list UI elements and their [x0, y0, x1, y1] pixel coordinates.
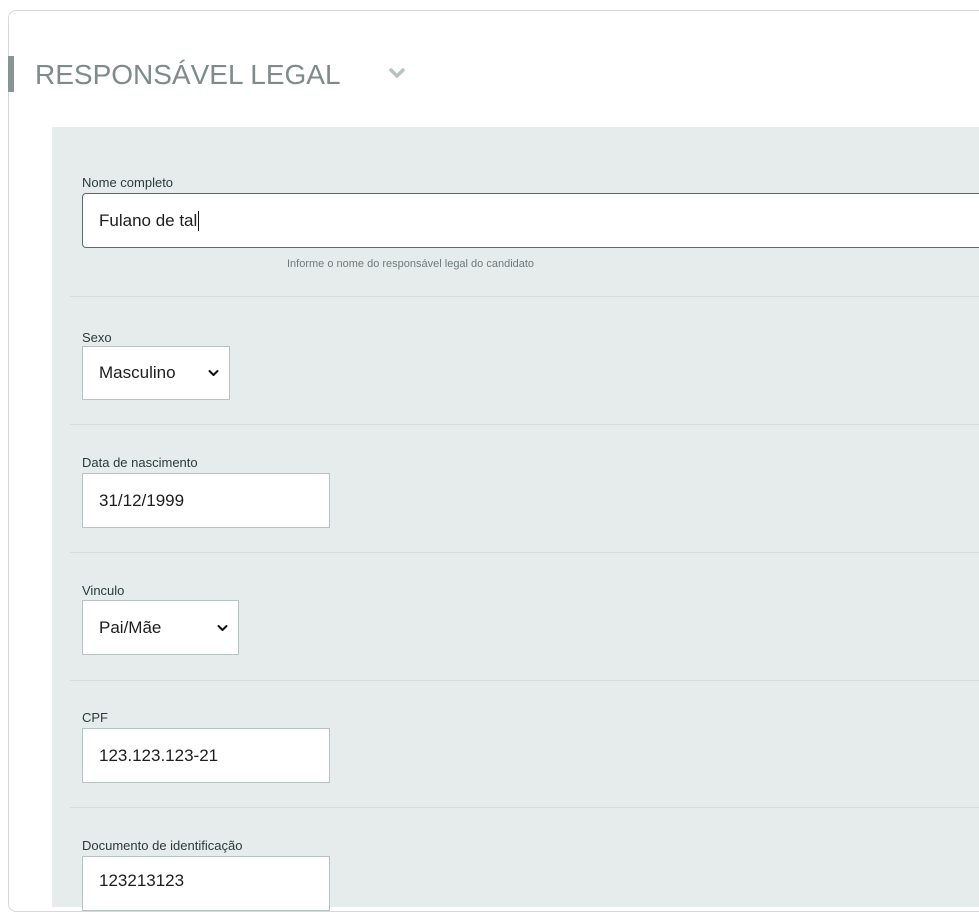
data-nascimento-label: Data de nascimento — [82, 455, 198, 470]
vinculo-label: Vinculo — [82, 583, 125, 598]
section-title: RESPONSÁVEL LEGAL — [35, 59, 341, 90]
sexo-label: Sexo — [82, 330, 112, 345]
cpf-label: CPF — [82, 710, 108, 725]
nome-completo-value: Fulano de tal — [99, 210, 198, 230]
nome-completo-help: Informe o nome do responsável legal do c… — [287, 258, 535, 270]
sexo-select[interactable]: Masculino — [82, 346, 230, 400]
vinculo-value: Pai/Mãe — [99, 617, 162, 637]
documento-input[interactable]: 123213123 — [82, 856, 330, 911]
nome-completo-input[interactable]: Fulano de tal — [82, 193, 979, 248]
section-accent-bar — [8, 56, 14, 92]
data-nascimento-input[interactable]: 31/12/1999 — [82, 473, 330, 528]
divider — [70, 296, 979, 297]
documento-value: 123213123 — [99, 871, 185, 890]
divider — [70, 680, 979, 681]
nome-completo-label: Nome completo — [82, 175, 174, 190]
divider — [70, 552, 979, 553]
chevron-down-icon[interactable] — [388, 66, 406, 80]
text-caret — [198, 210, 200, 231]
divider — [70, 424, 979, 425]
data-nascimento-value: 31/12/1999 — [99, 490, 185, 510]
sexo-value: Masculino — [99, 363, 176, 382]
documento-label: Documento de identificação — [82, 838, 243, 853]
vinculo-select[interactable]: Pai/Mãe — [82, 600, 239, 655]
cpf-input[interactable]: 123.123.123-21 — [82, 728, 330, 783]
chevron-down-icon — [217, 624, 228, 631]
chevron-down-icon — [208, 370, 219, 376]
divider — [70, 807, 979, 808]
cpf-value: 123.123.123-21 — [99, 745, 219, 765]
